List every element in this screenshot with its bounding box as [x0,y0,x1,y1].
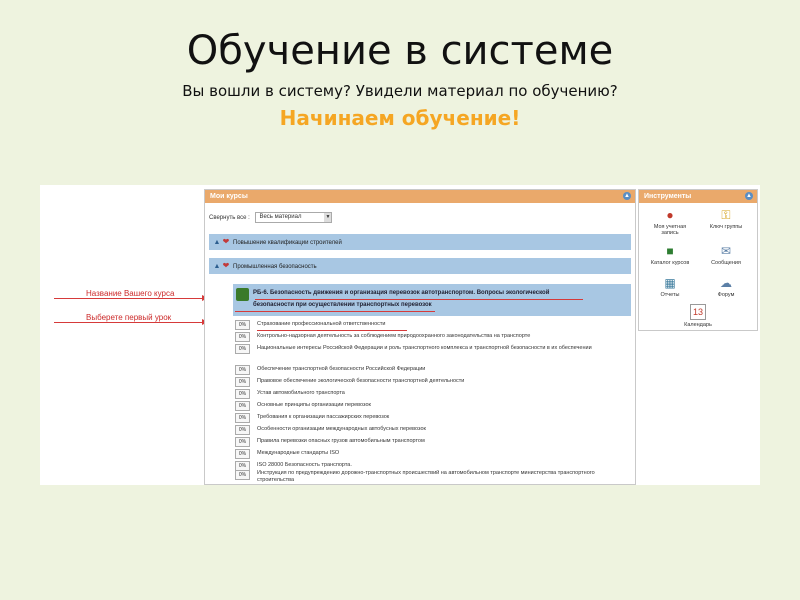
progress-badge: 0% [235,389,250,399]
tool-course-catalog[interactable]: ■ Каталог курсов [645,244,695,266]
key-icon: ⚿ [721,208,731,222]
category-row[interactable]: ▲ ❤ Промышленная безопасность [209,258,631,274]
collapse-all-selected: Весь материал [259,214,302,220]
expand-icon[interactable]: ▲ [213,235,221,251]
lesson-title[interactable]: Обеспечение транспортной безопасности Ро… [257,365,609,374]
lesson-title[interactable]: Требования к организации пассажирских пе… [257,413,609,422]
annotation-first-lesson-label: Выберете первый урок [86,313,172,322]
hearts-icon: ❤ [222,261,230,270]
annotation-course-name-label: Название Вашего курса [86,289,175,298]
lesson-title[interactable]: Национальные интересы Российской Федерац… [257,344,609,353]
progress-badge: 0% [235,413,250,423]
lesson-title[interactable]: Инструкция по предупреждению дорожно-тра… [257,470,609,484]
lesson-underline [257,330,407,331]
lesson-item[interactable]: 0% Национальные интересы Российской Федер… [235,344,615,362]
tool-group-key[interactable]: ⚿ Ключ группы [701,208,751,230]
tool-label: Моя учетная запись [653,224,687,236]
my-courses-panel: Мои курсы ▲ Свернуть все : Весь материал… [204,189,636,485]
course-underline [255,299,583,300]
tool-label: Каталог курсов [650,260,690,266]
progress-badge: 0% [235,401,250,411]
my-courses-header: Мои курсы ▲ [205,190,635,203]
course-icon [236,288,249,301]
tools-title: Инструменты [644,193,692,200]
slide-cta: Начинаем обучение! [279,106,521,130]
arrow-line [54,322,204,323]
lesson-title[interactable]: Международные стандарты ISO [257,449,609,458]
tool-label: Календарь [684,322,712,328]
lesson-title[interactable]: Страхование профессиональной ответственн… [257,320,609,329]
lesson-title[interactable]: Особенности организации международных ав… [257,425,609,434]
progress-badge: 0% [235,449,250,459]
collapse-all-select[interactable]: Весь материал ▼ [255,212,333,223]
lesson-title[interactable]: Контрольно-надзорная деятельность за соб… [257,332,609,341]
progress-badge: 0% [235,377,250,387]
course-title-line2: безопасности при осуществлении транспорт… [253,302,432,308]
category-label: Повышение квалификации строителей [233,240,342,246]
category-label: Промышленная безопасность [233,264,317,270]
tool-messages[interactable]: ✉ Сообщения [701,244,751,266]
slide-title: Обучение в системе [186,28,614,74]
reports-icon: ▦ [664,276,676,290]
lms-screenshot: Название Вашего курса Выберете первый ур… [40,185,760,485]
collapse-all-label: Свернуть все : [209,215,250,222]
chevron-down-icon: ▼ [324,213,332,222]
my-courses-title: Мои курсы [210,193,248,200]
tool-my-account[interactable]: ● Моя учетная запись [645,208,695,236]
lesson-title[interactable]: Правовое обеспечение экологической безоп… [257,377,609,386]
progress-badge: 0% [235,365,250,375]
tool-label: Отчеты [660,292,680,298]
tool-label: Ключ группы [709,224,743,230]
lesson-title[interactable]: Основные принципы организации перевозок [257,401,609,410]
tool-label: Сообщения [711,260,741,266]
tool-reports[interactable]: ▦ Отчеты [645,276,695,298]
lesson-title[interactable]: Устав автомобильного транспорта [257,389,609,398]
lesson-title[interactable]: ISO 28000 Безопасность транспорта. [257,461,609,470]
hearts-icon: ❤ [222,237,230,246]
forum-icon: ☁ [720,276,732,290]
course-title-line1: РБ-6. Безопасность движения и организаци… [253,290,550,296]
tool-forum[interactable]: ☁ Форум [701,276,751,298]
category-row[interactable]: ▲ ❤ Повышение квалификации строителей [209,234,631,250]
lesson-title[interactable]: Правила перевозки опасных грузов автомоб… [257,437,609,446]
progress-badge: 0% [235,332,250,342]
expand-icon[interactable]: ▲ [213,259,221,275]
tool-calendar[interactable]: 13 Календарь [673,304,723,328]
progress-badge: 0% [235,344,250,354]
progress-badge: 0% [235,425,250,435]
collapse-panel-icon[interactable]: ▲ [745,192,753,200]
arrow-line [54,298,204,299]
tool-label: Форум [717,292,735,298]
collapse-panel-icon[interactable]: ▲ [623,192,631,200]
slide-subtitle: Вы вошли в систему? Увидели материал по … [182,82,618,100]
course-underline [235,311,435,312]
tools-panel: Инструменты ▲ ● Моя учетная запись ⚿ Ключ … [638,189,758,331]
calendar-icon: 13 [690,304,706,320]
lesson-item[interactable]: 0% Инструкция по предупреждению дорожно-т… [235,470,615,484]
collapse-all-row: Свернуть все : Весь материал ▼ [209,212,333,223]
user-account-icon: ● [666,208,674,222]
progress-badge: 0% [235,470,250,480]
course-catalog-icon: ■ [666,244,674,258]
progress-badge: 0% [235,320,250,330]
progress-badge: 0% [235,437,250,447]
messages-icon: ✉ [720,244,732,258]
tools-header: Инструменты ▲ [639,190,757,203]
